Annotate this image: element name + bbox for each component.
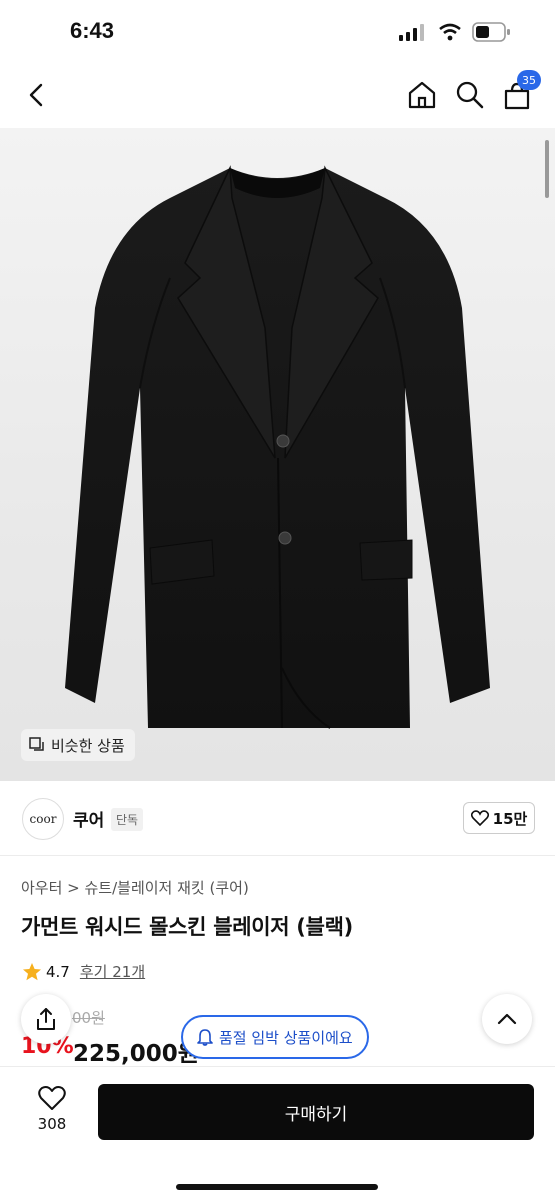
search-icon[interactable] (455, 80, 485, 110)
buy-button[interactable]: 구매하기 (98, 1084, 534, 1140)
cart-button[interactable]: 35 (503, 70, 541, 110)
brand-name[interactable]: 쿠어 (73, 806, 104, 831)
product-image[interactable] (0, 128, 555, 781)
home-icon[interactable] (407, 80, 437, 110)
original-price: 00원 (72, 1009, 105, 1027)
sale-price: 225,000원 (73, 1041, 199, 1067)
wifi-icon (439, 23, 461, 41)
similar-products-label: 비슷한 상품 (51, 736, 125, 755)
brand-like-button[interactable]: 15만 (463, 802, 535, 834)
chevron-up-icon (497, 1013, 517, 1025)
product-title: 가먼트 워시드 몰스킨 블레이저 (블랙) (21, 915, 353, 939)
rating-value: 4.7 (46, 962, 70, 981)
similar-products-button[interactable]: 비슷한 상품 (21, 729, 135, 761)
brand-like-count: 15만 (492, 809, 528, 828)
brand-logo[interactable]: coor (22, 798, 64, 840)
wishlist-button[interactable]: 308 (30, 1085, 74, 1133)
rating-row: 4.7 후기 21개 (22, 961, 145, 982)
battery-icon (472, 22, 510, 42)
share-icon (37, 1008, 55, 1030)
breadcrumb[interactable]: 아우터 > 슈트/블레이저 재킷 (쿠어) (21, 877, 249, 898)
similar-icon (29, 737, 44, 751)
blazer-illustration (65, 165, 490, 729)
bottom-bar: 308 구매하기 (0, 1066, 555, 1201)
scroll-top-button[interactable] (482, 994, 532, 1044)
status-time: 6:43 (70, 18, 115, 43)
heart-icon (38, 1086, 66, 1110)
brand-row: coor 쿠어 단독 15만 (0, 783, 555, 856)
share-button[interactable] (21, 994, 71, 1044)
home-indicator (176, 1184, 378, 1190)
cart-count-badge: 35 (517, 70, 541, 90)
back-icon[interactable] (26, 82, 46, 108)
exclusive-badge: 단독 (111, 808, 144, 831)
low-stock-text: 품절 임박 상품이에요 (219, 1028, 353, 1047)
status-bar: 6:43 (0, 0, 555, 62)
top-navbar: 35 (0, 62, 555, 128)
scroll-indicator (545, 140, 549, 198)
low-stock-toast: 품절 임박 상품이에요 (181, 1015, 369, 1059)
star-icon (23, 962, 41, 980)
review-link[interactable]: 후기 21개 (80, 961, 145, 982)
wishlist-count: 308 (37, 1115, 67, 1133)
bell-icon (197, 1029, 213, 1046)
heart-icon (470, 810, 489, 826)
signal-icon (399, 24, 424, 41)
